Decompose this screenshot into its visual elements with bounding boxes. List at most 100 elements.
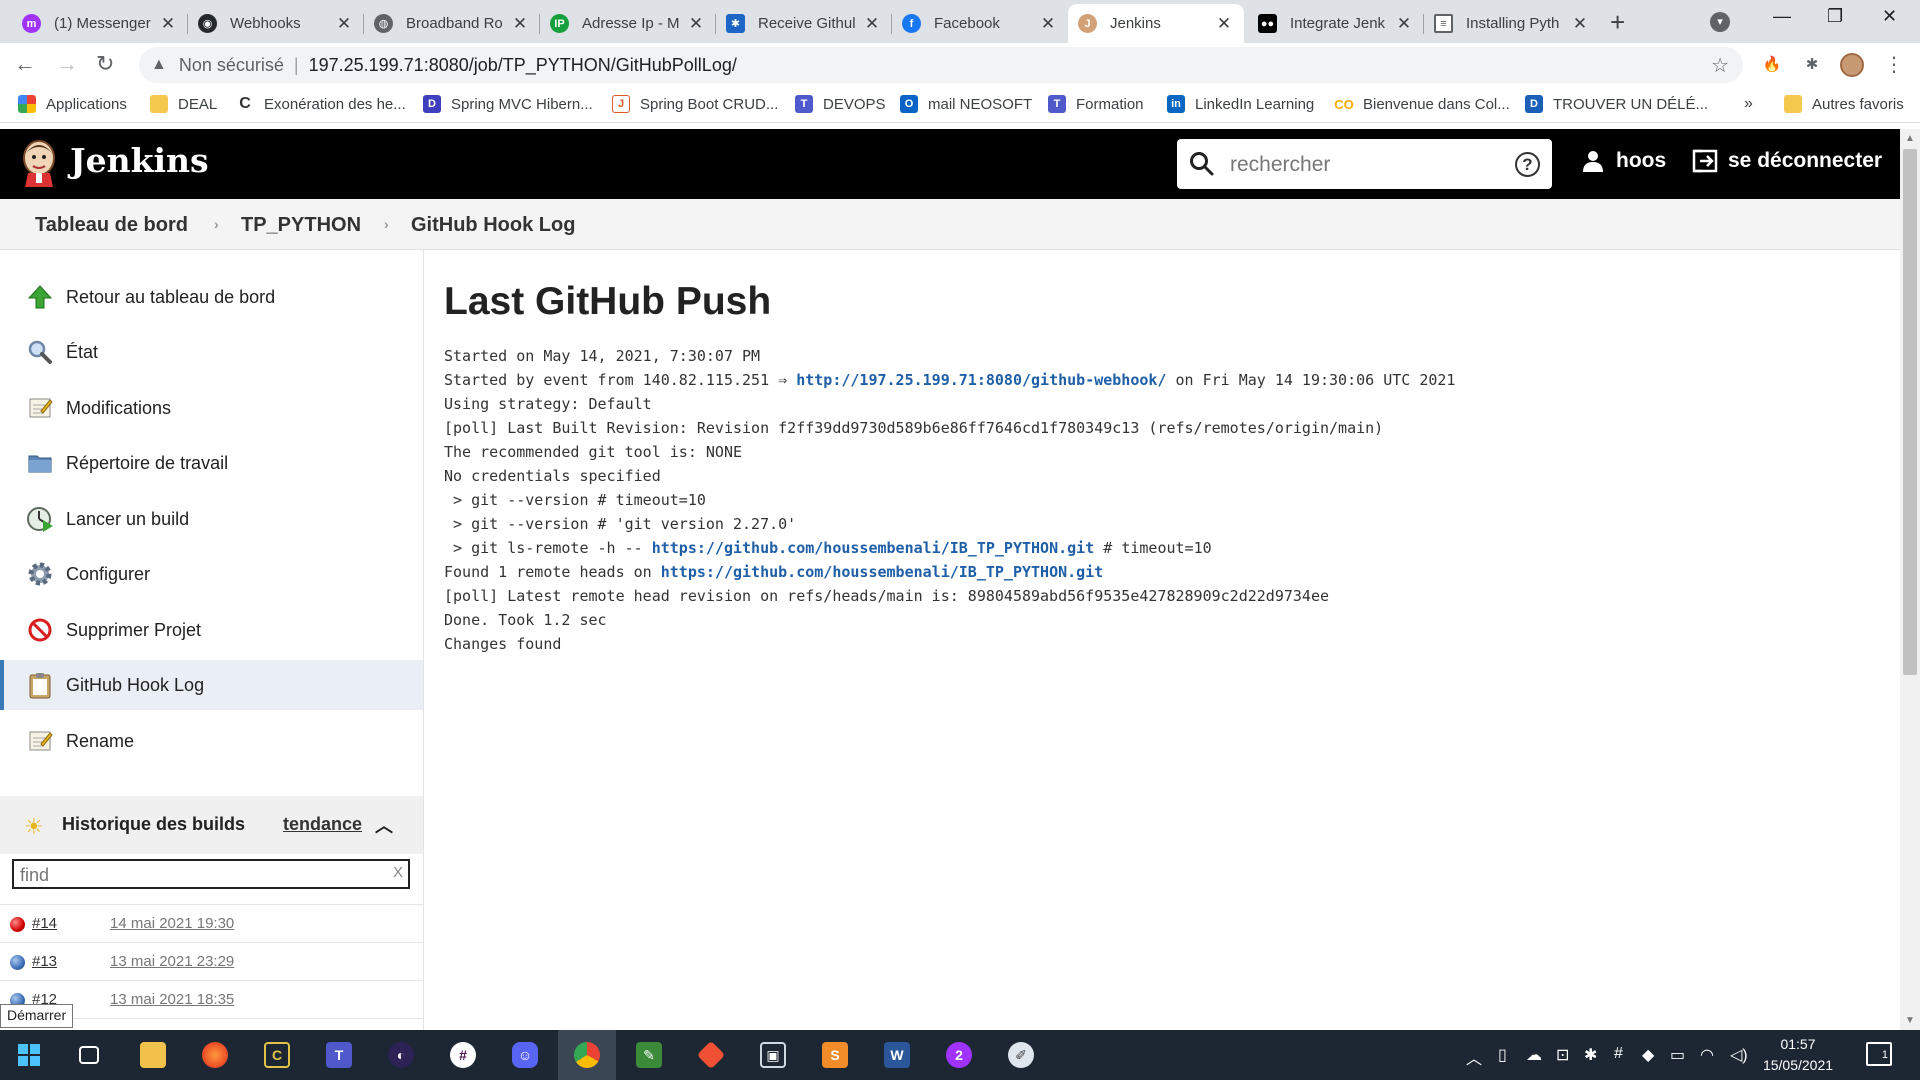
system-clock[interactable]: 01:57 15/05/2021: [1758, 1034, 1838, 1076]
taskbar-firefox[interactable]: [186, 1030, 244, 1080]
breadcrumb-dashboard[interactable]: Tableau de bord: [35, 214, 188, 237]
task-workspace[interactable]: Répertoire de travail: [0, 438, 423, 488]
collapse-chevron-icon[interactable]: ︿: [375, 812, 393, 838]
tab-broadband[interactable]: ◍ Broadband Ro ✕: [364, 4, 540, 43]
tab-integrate-jenkins[interactable]: ●● Integrate Jenk ✕: [1248, 4, 1424, 43]
minimize-icon[interactable]: —: [1773, 6, 1791, 27]
task-configure[interactable]: Configurer: [0, 549, 423, 599]
bookmark-trouver-delegue[interactable]: D TROUVER UN DÉLÉ...: [1525, 95, 1708, 113]
bookmark-exoneration[interactable]: C Exonération des he...: [236, 95, 406, 113]
extensions-puzzle-icon[interactable]: ✱: [1800, 53, 1824, 77]
taskbar-discord[interactable]: ☺: [496, 1030, 554, 1080]
tab-receive-github[interactable]: ✱ Receive Githul ✕: [716, 4, 892, 43]
url-text[interactable]: 197.25.199.71:8080/job/TP_PYTHON/GitHubP…: [309, 55, 737, 76]
taskbar-slack[interactable]: #: [434, 1030, 492, 1080]
bookmark-star-icon[interactable]: ☆: [1711, 53, 1729, 78]
taskbar-notepad[interactable]: ✎: [620, 1030, 678, 1080]
user-link[interactable]: hoos: [1582, 149, 1666, 173]
bookmark-formation[interactable]: T Formation: [1048, 95, 1144, 113]
volume-icon[interactable]: ◁): [1730, 1045, 1748, 1065]
bookmark-spring-mvc[interactable]: D Spring MVC Hibern...: [423, 95, 593, 113]
reload-icon[interactable]: ↻: [96, 51, 114, 77]
taskbar-sublime[interactable]: S: [806, 1030, 864, 1080]
breadcrumb-project[interactable]: TP_PYTHON: [241, 214, 361, 237]
profile-avatar[interactable]: [1840, 53, 1864, 77]
tray-capture-icon[interactable]: ⊡: [1556, 1045, 1569, 1065]
close-icon[interactable]: ✕: [1394, 14, 1414, 34]
task-view-button[interactable]: [60, 1030, 118, 1080]
maximize-icon[interactable]: ❐: [1827, 6, 1843, 27]
bookmark-mail-neosoft[interactable]: O mail NEOSOFT: [900, 95, 1032, 113]
close-icon[interactable]: ✕: [862, 14, 882, 34]
build-number-link[interactable]: #14: [32, 915, 57, 932]
fire-extension-icon[interactable]: 🔥: [1760, 53, 1784, 77]
breadcrumb-current[interactable]: GitHub Hook Log: [411, 214, 575, 237]
menu-dots-icon[interactable]: ⋮: [1882, 53, 1906, 77]
taskbar-eclipse[interactable]: ◐: [372, 1030, 430, 1080]
onedrive-icon[interactable]: ☁: [1526, 1045, 1542, 1065]
scroll-down-icon[interactable]: ▼: [1905, 1015, 1915, 1026]
close-icon[interactable]: ✕: [1038, 14, 1058, 34]
taskbar-app-c[interactable]: C: [248, 1030, 306, 1080]
tab-facebook[interactable]: f Facebook ✕: [892, 4, 1068, 43]
tray-slack-icon[interactable]: #: [1614, 1045, 1623, 1063]
tray-teams-icon[interactable]: ✱: [1584, 1045, 1597, 1065]
build-date-link[interactable]: 14 mai 2021 19:30: [110, 915, 234, 932]
task-build-now[interactable]: Lancer un build: [0, 494, 423, 544]
new-tab-button[interactable]: +: [1610, 7, 1625, 38]
close-icon[interactable]: ✕: [686, 14, 706, 34]
bookmark-spring-boot[interactable]: J Spring Boot CRUD...: [612, 95, 778, 113]
close-icon[interactable]: ✕: [1214, 14, 1234, 34]
repo-url-link[interactable]: https://github.com/houssembenali/IB_TP_P…: [652, 539, 1095, 557]
bookmark-linkedin-learning[interactable]: in LinkedIn Learning: [1167, 95, 1314, 113]
page-scrollbar[interactable]: ▲ ▼: [1900, 129, 1920, 1030]
taskbar-teams[interactable]: T: [310, 1030, 368, 1080]
build-filter-input[interactable]: [20, 864, 380, 886]
tab-installing-python[interactable]: ≡ Installing Pyth ✕: [1424, 4, 1600, 43]
taskbar-git[interactable]: [682, 1030, 740, 1080]
webhook-url-link[interactable]: http://197.25.199.71:8080/github-webhook…: [796, 371, 1166, 389]
forward-icon[interactable]: →: [56, 51, 78, 77]
security-label[interactable]: Non sécurisé: [179, 55, 284, 76]
taskbar-file-explorer[interactable]: [124, 1030, 182, 1080]
bookmark-other-favorites[interactable]: Autres favoris: [1784, 95, 1904, 113]
task-rename[interactable]: Rename: [0, 716, 423, 766]
help-icon[interactable]: ?: [1515, 152, 1540, 177]
battery-icon[interactable]: ▭: [1670, 1045, 1685, 1065]
scroll-up-icon[interactable]: ▲: [1905, 133, 1915, 144]
build-date-link[interactable]: 13 mai 2021 18:35: [110, 991, 234, 1008]
trend-link[interactable]: tendance: [283, 814, 362, 835]
logout-link[interactable]: se déconnecter: [1692, 149, 1882, 173]
bookmark-deal[interactable]: DEAL: [150, 95, 217, 113]
scrollbar-thumb[interactable]: [1903, 149, 1917, 675]
build-date-link[interactable]: 13 mai 2021 23:29: [110, 953, 234, 970]
close-icon[interactable]: ✕: [158, 14, 178, 34]
address-bar[interactable]: ▲ Non sécurisé | 197.25.199.71:8080/job/…: [139, 47, 1743, 83]
tray-chevron-icon[interactable]: ︿: [1466, 1045, 1482, 1069]
close-window-icon[interactable]: ✕: [1882, 6, 1897, 27]
jenkins-title[interactable]: Jenkins: [70, 141, 209, 180]
taskbar-paint[interactable]: ✐: [992, 1030, 1050, 1080]
close-icon[interactable]: ✕: [1570, 14, 1590, 34]
bookmark-applications[interactable]: Applications: [18, 95, 127, 113]
repo-url-link[interactable]: https://github.com/houssembenali/IB_TP_P…: [661, 563, 1104, 581]
build-number-link[interactable]: #13: [32, 953, 57, 970]
task-delete-project[interactable]: Supprimer Projet: [0, 605, 423, 655]
close-icon[interactable]: ✕: [510, 14, 530, 34]
task-status[interactable]: État: [0, 327, 423, 377]
taskbar-virtualbox[interactable]: ▣: [744, 1030, 802, 1080]
tab-messenger[interactable]: m (1) Messenger ✕: [12, 4, 188, 43]
bookmarks-overflow-button[interactable]: »: [1744, 95, 1753, 113]
clear-filter-icon[interactable]: X: [393, 864, 403, 881]
task-github-hook-log[interactable]: GitHub Hook Log: [0, 660, 423, 710]
taskbar-messenger[interactable]: 2: [930, 1030, 988, 1080]
back-icon[interactable]: ←: [14, 51, 36, 77]
jenkins-logo-icon[interactable]: [20, 139, 58, 187]
taskbar-chrome[interactable]: [558, 1030, 616, 1080]
close-icon[interactable]: ✕: [334, 14, 354, 34]
task-changes[interactable]: Modifications: [0, 383, 423, 433]
tray-phone-icon[interactable]: ▯: [1498, 1045, 1507, 1065]
tab-adresse-ip[interactable]: IP Adresse Ip - M ✕: [540, 4, 716, 43]
wifi-icon[interactable]: ◠: [1700, 1045, 1714, 1065]
tab-jenkins[interactable]: J Jenkins ✕: [1068, 4, 1244, 43]
